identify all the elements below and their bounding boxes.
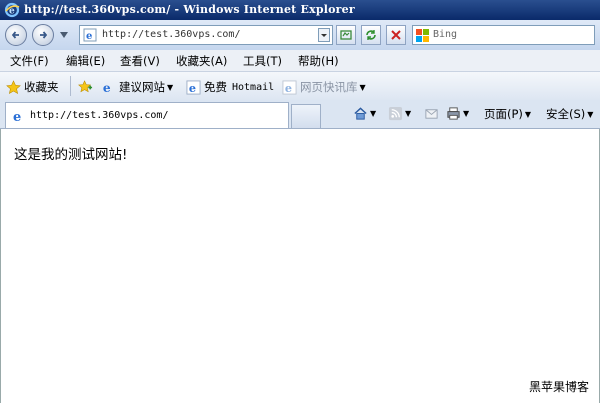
menu-tools[interactable]: 工具(T) — [243, 53, 282, 69]
address-input[interactable]: http://test.360vps.com/ — [102, 29, 240, 40]
search-input[interactable]: Bing — [433, 29, 457, 40]
stop-icon — [391, 30, 401, 40]
favorites-bar: 收藏夹 e 建议网站 ▼ e 免费 Hotmail e 网页快讯库 ▼ — [0, 72, 600, 101]
compatibility-view-button[interactable] — [336, 25, 356, 45]
menu-bar: 文件(F) 编辑(E) 查看(V) 收藏夹(A) 工具(T) 帮助(H) — [0, 50, 600, 72]
rss-feed-icon — [388, 106, 403, 121]
page-menu-button[interactable]: 页面(P) ▼ — [484, 106, 531, 122]
chevron-down-icon: ▼ — [405, 109, 412, 118]
address-dropdown-button[interactable] — [318, 28, 330, 42]
favorites-button[interactable]: 收藏夹 — [6, 79, 59, 95]
history-dropdown-icon[interactable] — [60, 32, 68, 38]
mail-icon — [425, 109, 438, 119]
printer-icon — [447, 107, 460, 120]
svg-text:e: e — [103, 81, 111, 95]
refresh-icon — [366, 30, 376, 40]
hotmail-free-label: 免费 — [204, 80, 227, 94]
page-message: 这是我的测试网站! — [14, 147, 128, 163]
svg-text:e: e — [189, 81, 196, 95]
svg-text:e: e — [9, 7, 15, 17]
tab-command-bar: e http://test.360vps.com/ ▼ ▼ ▼ 页面(P) ▼ … — [0, 100, 600, 129]
window-titlebar: e http://test.360vps.com/ - Windows Inte… — [0, 0, 600, 20]
print-button[interactable]: ▼ — [446, 106, 469, 121]
safety-menu-button[interactable]: 安全(S) ▼ — [546, 106, 593, 122]
back-button[interactable] — [5, 24, 27, 46]
ie-page-icon: e — [282, 79, 297, 95]
add-to-favorites-bar-button[interactable] — [78, 79, 96, 94]
compatibility-icon — [340, 30, 352, 40]
forward-button[interactable] — [32, 24, 54, 46]
add-favorite-icon — [78, 80, 93, 93]
read-mail-button[interactable] — [424, 106, 439, 121]
address-bar[interactable]: e http://test.360vps.com/ — [79, 25, 333, 45]
chevron-down-icon: ▼ — [463, 109, 470, 118]
suggested-sites-link[interactable]: e 建议网站 ▼ — [101, 79, 173, 95]
chevron-down-icon: ▼ — [370, 109, 377, 118]
favorites-divider — [70, 76, 71, 96]
hotmail-label: Hotmail — [232, 81, 275, 93]
menu-help[interactable]: 帮助(H) — [298, 53, 339, 69]
safety-menu-label: 安全(S) — [546, 107, 586, 121]
window-title: http://test.360vps.com/ - Windows Intern… — [24, 3, 355, 16]
web-slice-gallery-label: 网页快讯库 — [300, 80, 358, 94]
svg-text:e: e — [13, 110, 21, 123]
svg-text:e: e — [285, 81, 292, 95]
hotmail-link[interactable]: e 免费 Hotmail — [186, 79, 274, 95]
search-box[interactable]: Bing — [412, 25, 595, 45]
menu-file[interactable]: 文件(F) — [10, 53, 49, 69]
bing-logo-icon — [416, 29, 429, 42]
chevron-down-icon: ▼ — [524, 109, 532, 119]
chevron-down-icon: ▼ — [167, 82, 174, 92]
page-ie-icon: e — [83, 28, 97, 42]
star-icon — [6, 79, 21, 94]
svg-text:e: e — [86, 31, 92, 42]
ie-page-icon: e — [13, 110, 21, 123]
page-menu-label: 页面(P) — [484, 107, 523, 121]
tab-title: http://test.360vps.com/ — [30, 110, 169, 121]
chevron-down-icon: ▼ — [587, 109, 594, 119]
web-slice-gallery-link[interactable]: e 网页快讯库 ▼ — [282, 79, 366, 95]
page-content: 这是我的测试网站! 黑苹果博客 — [0, 129, 600, 403]
new-tab-button[interactable] — [291, 104, 321, 128]
suggested-sites-label: 建议网站 — [119, 80, 165, 94]
refresh-button[interactable] — [361, 25, 381, 45]
menu-favorites[interactable]: 收藏夹(A) — [176, 53, 227, 69]
forward-arrow-icon — [40, 31, 48, 39]
home-button[interactable]: ▼ — [353, 106, 376, 121]
ie-page-icon: e — [103, 81, 111, 95]
tab-active[interactable]: e http://test.360vps.com/ — [5, 102, 289, 128]
menu-view[interactable]: 查看(V) — [120, 53, 160, 69]
stop-button[interactable] — [386, 25, 406, 45]
home-icon — [354, 107, 367, 120]
menu-edit[interactable]: 编辑(E) — [66, 53, 105, 69]
ie-logo-icon: e — [4, 2, 20, 18]
watermark-text: 黑苹果博客 — [528, 380, 589, 394]
chevron-down-icon: ▼ — [359, 82, 366, 92]
back-arrow-icon — [11, 31, 19, 39]
chevron-down-icon — [321, 34, 327, 37]
favorites-label: 收藏夹 — [24, 80, 59, 94]
feeds-button[interactable]: ▼ — [388, 106, 411, 121]
ie-page-icon: e — [186, 79, 201, 95]
